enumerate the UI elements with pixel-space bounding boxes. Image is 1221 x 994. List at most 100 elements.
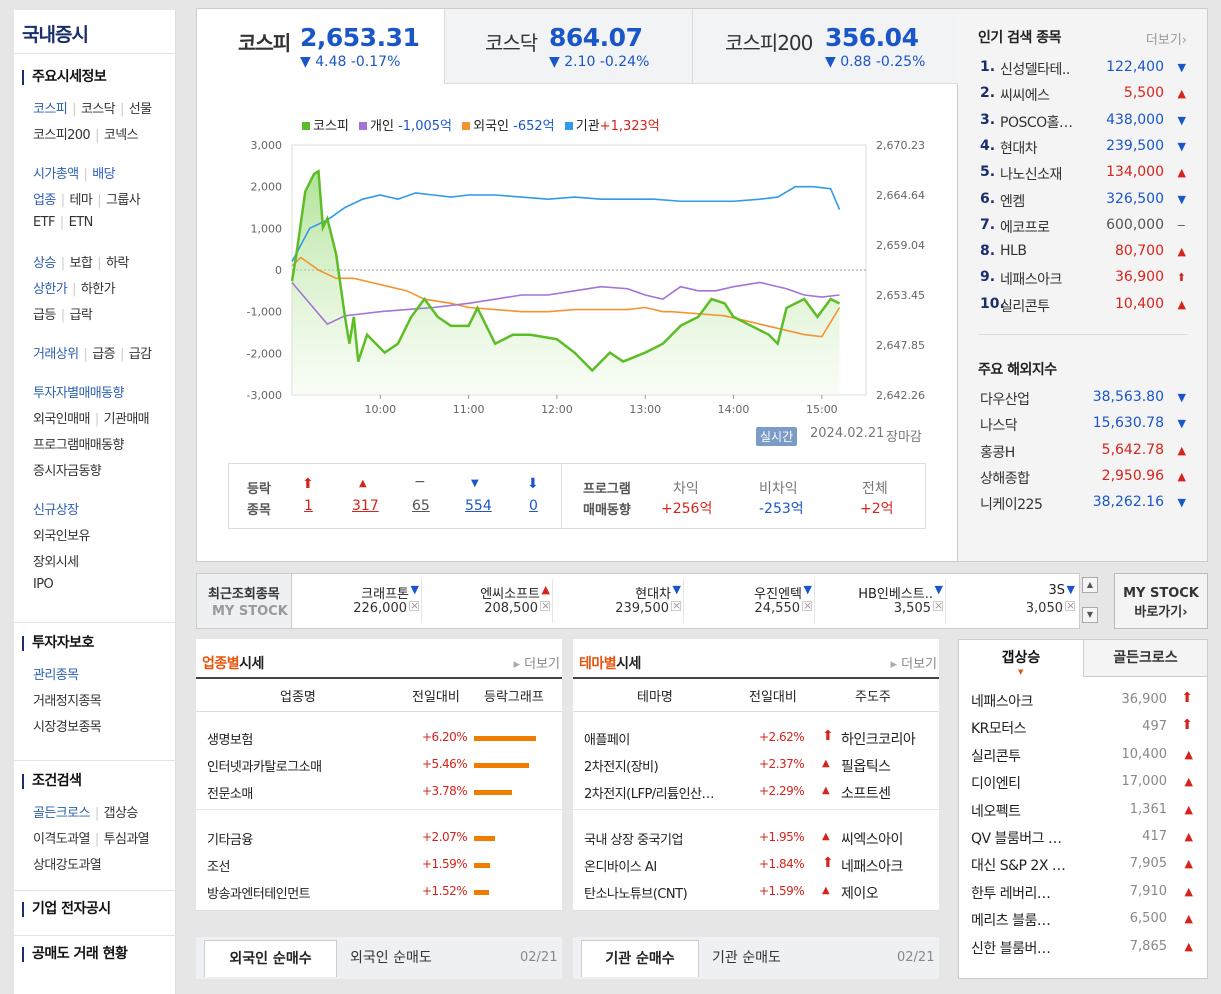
tab-inst-net-sell[interactable]: 기관 순매도 (712, 940, 781, 977)
popular-item[interactable]: 10. 실리콘투 10,400 ▲ (978, 296, 1188, 322)
theme-leader[interactable]: 씨엑스아이 (841, 829, 903, 849)
link-investor-trend[interactable]: 투자자별매매동향 (33, 386, 124, 401)
link-konex[interactable]: 코넥스 (104, 128, 139, 143)
popular-item[interactable]: 3. POSCO홀… 438,000 ▼ (978, 112, 1188, 138)
link-lower-limit[interactable]: 하한가 (81, 282, 116, 297)
link-gap-up[interactable]: 갭상승 (104, 806, 139, 821)
link-ipo[interactable]: IPO (33, 577, 54, 592)
recent-stock-item[interactable]: HB인베스트.. ▼ 3,505 × (820, 579, 946, 623)
overseas-index-item[interactable]: 홍콩H 5,642.78 ▲ (978, 442, 1188, 468)
gap-item[interactable]: 메리츠 블룸… 6,500 ▲ (971, 910, 1199, 937)
popular-more-link[interactable]: 더보기› (1146, 29, 1187, 48)
link-group[interactable]: 그룹사 (106, 193, 141, 208)
mystock-goto-button[interactable]: MY STOCK 바로가기› (1114, 573, 1208, 629)
overseas-index-item[interactable]: 나스닥 15,630.78 ▼ (978, 415, 1188, 441)
link-etn[interactable]: ETN (69, 215, 94, 230)
gap-item[interactable]: QV 블룸버그 … 417 ▲ (971, 828, 1199, 855)
link-deposit-trend[interactable]: 증시자금동향 (33, 464, 102, 479)
popular-item[interactable]: 9. 네패스아크 36,900 ⬆ (978, 269, 1188, 295)
section-header-condition-search[interactable]: 조건검색 (22, 774, 82, 789)
popular-item[interactable]: 6. 엔켐 326,500 ▼ (978, 191, 1188, 217)
industry-more-link[interactable]: ▸ 더보기 (513, 653, 560, 672)
section-header-market-info[interactable]: 주요시세정보 (22, 70, 107, 85)
recent-stock-item[interactable]: 엔씨소프트 ▲ 208,500 × (427, 579, 553, 623)
section-header-investor-protection[interactable]: 투자자보호 (22, 636, 94, 651)
section-header-short-selling[interactable]: 공매도 거래 현황 (22, 947, 128, 962)
sidebar-title[interactable]: 국내증시 (22, 20, 89, 47)
link-program-trend[interactable]: 프로그램매매동향 (33, 438, 124, 453)
recent-stock-item[interactable]: 크래프톤 ▼ 226,000 × (296, 579, 422, 623)
gap-item[interactable]: 디이엔티 17,000 ▲ (971, 773, 1199, 800)
recent-stock-item[interactable]: 현대차 ▼ 239,500 × (558, 579, 684, 623)
tab-kospi200[interactable]: 코스피200 356.04 ▼ 0.88 -0.25% (693, 9, 959, 84)
gap-item[interactable]: KR모터스 497 ⬆ (971, 717, 1199, 745)
tab-golden-cross[interactable]: 골든크로스 (1083, 640, 1207, 677)
link-kospi200[interactable]: 코스피200 (33, 128, 91, 143)
link-rise[interactable]: 상승 (33, 256, 56, 271)
link-plunge[interactable]: 급락 (70, 308, 93, 323)
up-count[interactable]: 317 (352, 498, 379, 514)
link-warning[interactable]: 시장경보종목 (33, 720, 102, 735)
link-kospi[interactable]: 코스피 (33, 102, 68, 117)
lower-limit-count[interactable]: 0 (529, 498, 538, 514)
link-inst-trade[interactable]: 기관매매 (104, 412, 150, 427)
tab-foreign-net-buy[interactable]: 외국인 순매수 (204, 940, 337, 977)
link-theme[interactable]: 테마 (70, 193, 93, 208)
link-suspended[interactable]: 거래정지종목 (33, 694, 102, 709)
industry-name[interactable]: 조선 (207, 856, 230, 875)
theme-name[interactable]: 탄소나노튜브(CNT) (584, 883, 744, 902)
theme-leader[interactable]: 하인크코리아 (841, 729, 916, 749)
link-volume-surge[interactable]: 급증 (92, 347, 115, 362)
theme-name[interactable]: 2차전지(장비) (584, 756, 744, 775)
link-etf[interactable]: ETF (33, 215, 55, 230)
recent-stock-item[interactable]: 3S ▼ 3,050 × (951, 579, 1077, 623)
scroll-up-button[interactable]: ▲ (1082, 577, 1098, 593)
link-dividend[interactable]: 배당 (92, 167, 115, 182)
link-psych[interactable]: 투심과열 (104, 832, 150, 847)
popular-item[interactable]: 5. 나노신소재 134,000 ▲ (978, 164, 1188, 190)
theme-leader[interactable]: 소프트센 (841, 783, 891, 803)
overseas-index-item[interactable]: 다우산업 38,563.80 ▼ (978, 389, 1188, 415)
industry-name[interactable]: 방송과엔터테인먼트 (207, 883, 311, 902)
theme-leader[interactable]: 네패스아크 (841, 856, 903, 876)
popular-item[interactable]: 7. 에코프로 600,000− (978, 217, 1188, 243)
theme-name[interactable]: 온디바이스 AI (584, 856, 744, 875)
popular-item[interactable]: 4. 현대차 239,500 ▼ (978, 138, 1188, 164)
remove-icon[interactable]: × (540, 600, 550, 611)
industry-name[interactable]: 인터넷과카탈로그소매 (207, 756, 322, 775)
theme-name[interactable]: 애플페이 (584, 729, 744, 748)
popular-item[interactable]: 8. HLB 80,700 ▲ (978, 243, 1188, 269)
link-market-cap[interactable]: 시가총액 (33, 167, 79, 182)
industry-name[interactable]: 기타금융 (207, 829, 253, 848)
link-volume-top[interactable]: 거래상위 (33, 347, 79, 362)
link-golden-cross[interactable]: 골든크로스 (33, 806, 90, 821)
overseas-index-item[interactable]: 니케이225 38,262.16 ▼ (978, 494, 1188, 520)
link-upper-limit[interactable]: 상한가 (33, 282, 68, 297)
popular-item[interactable]: 1. 신성델타테.. 122,400 ▼ (978, 59, 1188, 85)
theme-more-link[interactable]: ▸ 더보기 (890, 653, 937, 672)
remove-icon[interactable]: × (1065, 600, 1075, 611)
gap-item[interactable]: 대신 S&P 2X … 7,905 ▲ (971, 855, 1199, 882)
remove-icon[interactable]: × (933, 600, 943, 611)
link-new-listing[interactable]: 신규상장 (33, 503, 79, 518)
theme-leader[interactable]: 필옵틱스 (841, 756, 891, 776)
link-flat[interactable]: 보합 (70, 256, 93, 271)
recent-stock-item[interactable]: 우진엔텍 ▼ 24,550 × (689, 579, 815, 623)
link-rsi[interactable]: 상대강도과열 (33, 858, 102, 873)
scroll-down-button[interactable]: ▼ (1082, 607, 1098, 623)
link-fall[interactable]: 하락 (106, 256, 129, 271)
down-count[interactable]: 554 (465, 498, 492, 514)
upper-limit-count[interactable]: 1 (304, 498, 313, 514)
link-otc[interactable]: 장외시세 (33, 555, 79, 570)
tab-kosdaq[interactable]: 코스닥 864.07 ▼ 2.10 -0.24% (445, 9, 693, 84)
gap-item[interactable]: 한투 레버리… 7,910 ▲ (971, 883, 1199, 910)
popular-item[interactable]: 2. 씨씨에스 5,500 ▲ (978, 85, 1188, 111)
gap-item[interactable]: 실리콘투 10,400 ▲ (971, 746, 1199, 773)
flat-count[interactable]: 65 (412, 498, 430, 514)
gap-item[interactable]: 네오펙트 1,361 ▲ (971, 801, 1199, 828)
gap-item[interactable]: 네패스아크 36,900 ⬆ (971, 690, 1199, 718)
link-disparity[interactable]: 이격도과열 (33, 832, 90, 847)
theme-name[interactable]: 2차전지(LFP/리튬인산… (584, 783, 744, 802)
link-foreign-holding[interactable]: 외국인보유 (33, 529, 90, 544)
link-managed[interactable]: 관리종목 (33, 668, 79, 683)
